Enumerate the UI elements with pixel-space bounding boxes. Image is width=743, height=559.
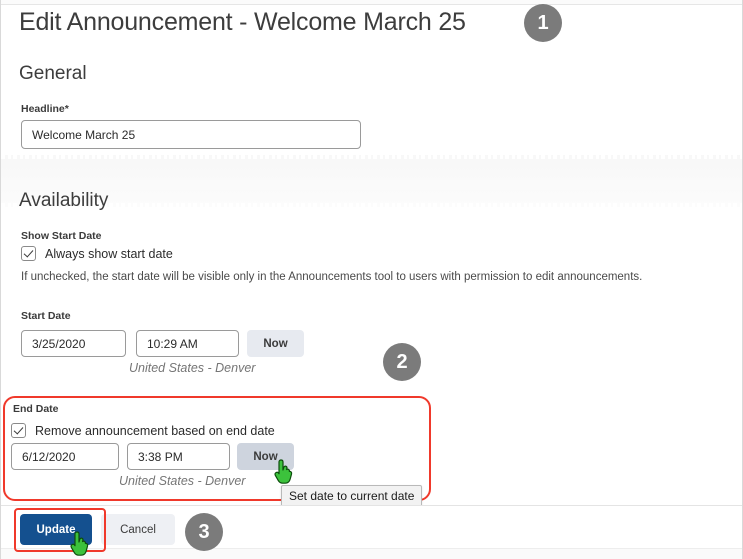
remove-announcement-row[interactable]: Remove announcement based on end date <box>11 423 275 438</box>
end-date-timezone: United States - Denver <box>119 474 246 488</box>
page-title: Edit Announcement - Welcome March 25 <box>19 8 466 36</box>
torn-edge-top <box>1 152 742 159</box>
headline-label-text: Headline <box>21 103 65 115</box>
show-start-date-label: Show Start Date <box>21 230 102 242</box>
cancel-button[interactable]: Cancel <box>101 514 175 545</box>
start-date-timezone: United States - Denver <box>129 361 256 375</box>
start-time-input[interactable] <box>136 330 239 357</box>
end-date-input[interactable] <box>11 443 119 470</box>
step-badge-3: 3 <box>185 513 223 551</box>
content-gap-torn-paper <box>1 152 742 210</box>
required-asterisk-icon: * <box>64 103 69 115</box>
headline-label: Headline* <box>21 103 69 115</box>
mouse-cursor-hand-icon <box>274 459 293 484</box>
section-heading-availability: Availability <box>19 190 109 211</box>
start-date-now-button[interactable]: Now <box>247 330 304 357</box>
step-badge-2: 2 <box>383 343 421 381</box>
start-date-input[interactable] <box>21 330 126 357</box>
window-top-edge <box>1 0 742 5</box>
announcement-edit-page: Edit Announcement - Welcome March 25 1 G… <box>0 0 743 559</box>
end-date-label: End Date <box>13 403 59 415</box>
footer-bottom-strip <box>1 548 742 559</box>
show-start-date-helper-text: If unchecked, the start date will be vis… <box>21 271 643 283</box>
always-show-start-date-row[interactable]: Always show start date <box>21 246 173 261</box>
remove-announcement-checkbox[interactable] <box>11 423 26 438</box>
torn-mask-bottom <box>1 207 742 210</box>
mouse-cursor-hand-icon-update <box>70 531 89 556</box>
start-date-label: Start Date <box>21 310 71 322</box>
step-badge-1: 1 <box>524 4 562 42</box>
section-heading-general: General <box>19 63 87 84</box>
remove-announcement-label: Remove announcement based on end date <box>35 423 275 438</box>
always-show-start-date-checkbox[interactable] <box>21 246 36 261</box>
headline-input[interactable] <box>21 120 361 149</box>
always-show-start-date-label: Always show start date <box>45 246 173 261</box>
end-time-input[interactable] <box>127 443 230 470</box>
